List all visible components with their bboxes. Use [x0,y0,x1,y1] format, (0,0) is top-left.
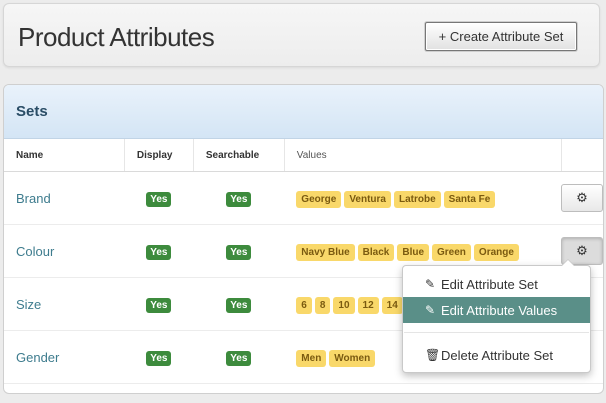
trash-icon: 🗑 [425,348,441,362]
value-tag: 14 [381,296,403,314]
row-name[interactable]: Gender [4,330,125,384]
menu-item-edit-attribute-values[interactable]: ✎ Edit Attribute Values [403,297,590,323]
create-attribute-set-button[interactable]: + Create Attribute Set [425,22,577,51]
values-cell: George Ventura Latrobe Santa Fe [284,171,561,225]
searchable-cell: Yes [193,277,285,331]
value-tag: 10 [333,296,355,314]
gear-icon: ⚙ [576,243,588,258]
column-header-display: Display [124,139,194,172]
value-tag: George [296,190,342,208]
column-header-name: Name [4,139,125,172]
display-yes-badge: Yes [146,245,172,260]
value-tag: 6 [296,296,312,314]
value-tag: Orange [473,243,519,261]
value-tag: Women [329,349,376,367]
panel-title: Sets [16,103,48,120]
display-yes-badge: Yes [146,298,172,313]
edit-icon: ✎ [425,277,436,291]
actions-cell: ⚙ [561,171,603,225]
display-cell: Yes [124,277,194,331]
column-header-searchable: Searchable [193,139,285,172]
searchable-yes-badge: Yes [226,298,252,313]
menu-divider [404,332,589,333]
value-tag: Men [296,349,327,367]
row-name[interactable]: Brand [4,171,125,225]
searchable-yes-badge: Yes [226,351,252,366]
value-tag: 12 [357,296,379,314]
display-yes-badge: Yes [146,192,172,207]
searchable-yes-badge: Yes [226,192,252,207]
searchable-cell: Yes [193,224,285,278]
display-cell: Yes [124,330,194,384]
value-tag: Blue [397,243,430,261]
value-tag: Ventura [344,190,391,208]
menu-item-label: Edit Attribute Set [441,276,538,292]
page-header: Product Attributes + Create Attribute Se… [3,3,600,67]
column-header-actions [561,139,603,172]
page-title: Product Attributes [18,22,215,52]
table-row: Brand Yes Yes George Ventura Latrobe Santa … [4,171,603,225]
menu-item-delete-attribute-set[interactable]: 🗑 Delete Attribute Set [403,342,590,368]
row-actions-button[interactable]: ⚙ [561,184,603,212]
display-cell: Yes [124,224,194,278]
table-header-row: Name Display Searchable Values [4,139,603,172]
value-tag: Latrobe [394,190,441,208]
display-cell: Yes [124,171,194,225]
display-yes-badge: Yes [146,351,172,366]
edit-icon: ✎ [425,303,436,317]
menu-item-edit-attribute-set[interactable]: ✎ Edit Attribute Set [403,271,590,297]
searchable-yes-badge: Yes [226,245,252,260]
value-tag: 8 [314,296,331,314]
menu-item-label: Delete Attribute Set [441,347,554,363]
value-tag: Black [357,243,395,261]
searchable-cell: Yes [193,330,285,384]
gear-icon: ⚙ [576,190,588,205]
menu-item-label: Edit Attribute Values [441,302,558,318]
row-actions-dropdown: ✎ Edit Attribute Set ✎ Edit Attribute Va… [402,259,591,373]
row-name[interactable]: Colour [4,224,125,278]
panel-header: Sets [4,85,603,139]
searchable-cell: Yes [193,171,285,225]
value-tag: Navy Blue [296,243,355,261]
row-name[interactable]: Size [4,277,125,331]
column-header-values: Values [284,139,562,172]
value-tag: Santa Fe [443,190,496,208]
value-tag: Green [432,243,471,261]
